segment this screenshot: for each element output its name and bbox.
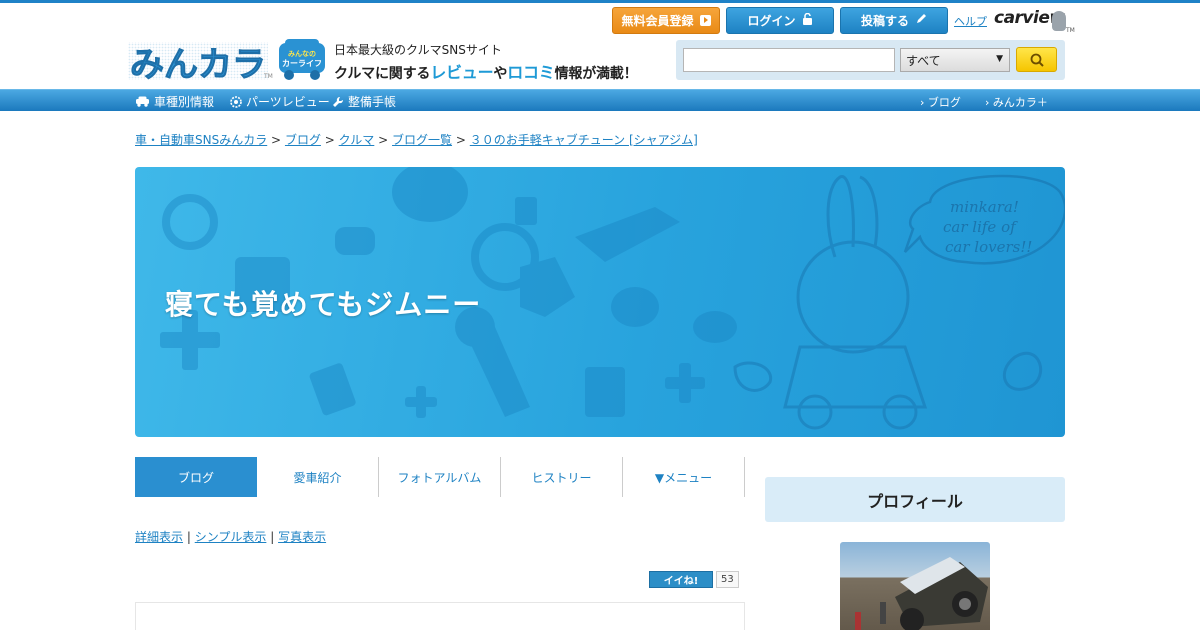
view-photo-link[interactable]: 写真表示 <box>278 530 326 544</box>
nav-maintenance-label: 整備手帳 <box>348 95 397 109</box>
nav-blog[interactable]: › ブログ <box>920 94 961 110</box>
register-label: 無料会員登録 <box>621 14 694 28</box>
view-separator: | <box>186 530 191 544</box>
search-box: すべて ▼ <box>676 40 1065 80</box>
svg-text:カーライフ: カーライフ <box>282 59 322 68</box>
minna-carlife-badge-icon: みんなの カーライフ <box>276 39 328 81</box>
blog-post-card <box>135 602 745 630</box>
profile-photo-graphic <box>855 557 988 630</box>
help-link[interactable]: ヘルプ <box>954 13 987 29</box>
search-scope-select[interactable]: すべて ▼ <box>900 48 1010 72</box>
tab-my-car[interactable]: 愛車紹介 <box>257 457 379 497</box>
iine-count: 53 <box>716 571 739 588</box>
iine-button[interactable]: イイね! <box>649 571 713 588</box>
breadcrumb: 車・自動車SNSみんカラ > ブログ > クルマ > ブログ一覧 > ３０のお手… <box>135 131 698 148</box>
nav-minkara-plus-label: みんカラ＋ <box>992 96 1048 109</box>
breadcrumb-separator: > <box>324 133 335 147</box>
nav-car-models[interactable]: 車種別情報 <box>135 93 214 110</box>
nav-parts-review-label: パーツレビュー <box>246 95 330 109</box>
profile-photo[interactable] <box>840 542 990 630</box>
breadcrumb-current[interactable]: ３０のお手軽キャブチューン [シャアジム] <box>470 133 698 147</box>
arrow-right-icon <box>699 15 711 26</box>
breadcrumb-separator: > <box>455 133 466 147</box>
search-scope-value: すべて <box>906 53 941 68</box>
tab-photo-album[interactable]: フォトアルバム <box>379 457 501 497</box>
tab-history[interactable]: ヒストリー <box>501 457 623 497</box>
register-button[interactable]: 無料会員登録 <box>612 7 720 34</box>
post-label: 投稿する <box>860 14 909 28</box>
search-input[interactable] <box>683 48 895 72</box>
view-separator: | <box>270 530 275 544</box>
tab-blog[interactable]: ブログ <box>135 457 257 497</box>
nav-parts-review[interactable]: パーツレビュー <box>230 93 330 110</box>
tagline-kuchikomi: ロコミ <box>507 63 555 82</box>
pencil-icon <box>915 13 927 28</box>
profile-heading: プロフィール <box>765 477 1065 522</box>
login-label: ログイン <box>747 14 796 28</box>
svg-text:みんなの: みんなの <box>288 49 316 58</box>
svg-text:car lovers!!: car lovers!! <box>945 238 1032 256</box>
blog-tabs: ブログ 愛車紹介 フォトアルバム ヒストリー ▼メニュー <box>135 457 745 497</box>
search-icon <box>1030 53 1044 67</box>
view-detailed-link[interactable]: 詳細表示 <box>135 530 183 544</box>
carview-trademark: TM <box>1066 27 1075 34</box>
login-button[interactable]: ログイン <box>726 7 834 34</box>
tagline-mid: や <box>493 66 508 82</box>
breadcrumb-blog[interactable]: ブログ <box>285 133 321 147</box>
logo-trademark: TM <box>264 73 273 80</box>
blog-title: 寝ても覚めてもジムニー <box>165 288 482 321</box>
main-nav: 車種別情報 パーツレビュー 整備手帳 › ブログ › みんカラ＋ <box>0 89 1200 111</box>
minkara-logo[interactable]: みんカラ <box>128 40 268 86</box>
svg-text:みんカラ: みんカラ <box>130 45 266 82</box>
breadcrumb-separator: > <box>271 133 282 147</box>
tagline-main: クルマに関するレビューやロコミ情報が満載！ <box>334 59 638 83</box>
breadcrumb-separator: > <box>378 133 389 147</box>
svg-text:minkara!: minkara! <box>950 198 1019 216</box>
nav-car-models-label: 車種別情報 <box>154 95 215 109</box>
tagline-review: レビュー <box>430 63 494 82</box>
breadcrumb-car[interactable]: クルマ <box>339 133 375 147</box>
breadcrumb-home[interactable]: 車・自動車SNSみんカラ <box>135 133 267 147</box>
gear-icon <box>230 95 242 108</box>
banner-speech-bubble: minkara! car life of car lovers!! <box>903 174 1065 265</box>
tagline-top: 日本最大級のクルマSNSサイト <box>334 43 502 57</box>
svg-text:car life of: car life of <box>943 218 1018 236</box>
wrench-icon <box>333 96 344 107</box>
view-simple-link[interactable]: シンプル表示 <box>195 530 267 544</box>
search-button[interactable] <box>1016 47 1057 72</box>
logo-graphic: みんカラ <box>128 42 268 86</box>
breadcrumb-blog-list[interactable]: ブログ一覧 <box>392 133 452 147</box>
caret-down-icon: ▼ <box>996 54 1003 64</box>
car-icon <box>136 96 149 107</box>
view-mode-links: 詳細表示 | シンプル表示 | 写真表示 <box>135 528 326 545</box>
carview-exclamation-icon <box>1052 11 1066 31</box>
tagline-pre: クルマに関する <box>334 66 431 82</box>
blog-banner: minkara! car life of car lovers!! 寝ても覚めて… <box>135 167 1065 437</box>
post-button[interactable]: 投稿する <box>840 7 948 34</box>
tab-menu[interactable]: ▼メニュー <box>623 457 745 497</box>
nav-maintenance[interactable]: 整備手帳 <box>332 93 396 110</box>
nav-blog-label: ブログ <box>927 96 961 109</box>
tagline-post: 情報が満載！ <box>554 66 638 82</box>
iine-widget: イイね! 53 <box>649 571 739 588</box>
site-header: みんカラ TM みんなの カーライフ 日本最大級のクルマSNSサイト クルマに関… <box>0 3 1200 89</box>
lock-icon <box>802 12 813 28</box>
nav-minkara-plus[interactable]: › みんカラ＋ <box>985 94 1048 110</box>
